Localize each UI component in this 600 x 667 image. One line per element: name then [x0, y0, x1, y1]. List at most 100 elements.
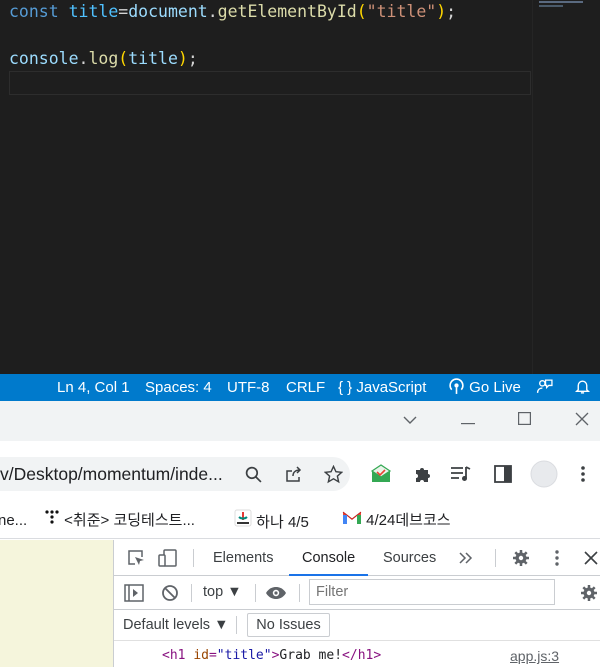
bookmark-item[interactable]: <취준> 코딩테스트...	[44, 509, 195, 533]
more-tabs-icon[interactable]	[454, 546, 478, 570]
dots-logo-icon	[44, 510, 60, 529]
code-editor[interactable]: const title=document.getElementById("tit…	[0, 0, 600, 374]
html-close-tag: </h1>	[342, 648, 382, 663]
browser-title-bar	[0, 401, 600, 441]
divider	[495, 549, 496, 567]
paren-close: )	[177, 49, 188, 68]
braces-icon: { }	[338, 379, 353, 396]
bookmark-label: <취준> 코딩테스트...	[64, 512, 195, 529]
chevron-down-icon	[403, 412, 417, 430]
html-eq: =	[208, 648, 217, 663]
caret-down-icon: ▼	[227, 584, 242, 600]
code-line-1[interactable]: const title=document.getElementById("tit…	[9, 0, 456, 25]
media-queue-icon[interactable]	[448, 461, 474, 487]
hana-logo-icon	[234, 509, 252, 531]
function-getelementbyid: getElementById	[217, 2, 357, 21]
clear-console-icon[interactable]	[158, 581, 182, 605]
tab-elements[interactable]: Elements	[213, 540, 273, 576]
current-line-highlight	[9, 71, 531, 95]
notifications-button[interactable]	[574, 374, 591, 401]
dot: .	[78, 49, 89, 68]
bell-icon	[574, 379, 591, 396]
bookmark-item[interactable]: 4/24데브코스	[342, 509, 451, 533]
bookmark-label: 4/24데브코스	[366, 512, 451, 529]
page-viewport[interactable]	[0, 540, 113, 667]
settings-gear-icon[interactable]	[509, 546, 533, 570]
tab-sources[interactable]: Sources	[383, 540, 436, 576]
indentation-setting[interactable]: Spaces: 4	[145, 374, 212, 401]
browser-toolbar: v/Desktop/momentum/inde...	[0, 441, 600, 503]
go-live-label: Go Live	[469, 379, 521, 396]
function-log: log	[88, 49, 119, 68]
object-console: console	[9, 49, 79, 68]
address-bar[interactable]: v/Desktop/momentum/inde...	[0, 457, 350, 491]
feedback-button[interactable]	[536, 374, 553, 401]
html-open-tag: <h1	[162, 648, 186, 663]
more-vertical-icon[interactable]	[570, 461, 596, 487]
string-title: "title"	[366, 2, 437, 21]
logged-element[interactable]: <h1 id="title">Grab me!</h1>	[162, 648, 381, 663]
minimap-line	[539, 1, 583, 3]
encoding-setting[interactable]: UTF-8	[227, 374, 270, 401]
minimap-line	[539, 5, 563, 7]
cursor-position[interactable]: Ln 4, Col 1	[57, 374, 130, 401]
console-message[interactable]: <h1 id="title">Grab me!</h1> app.js:3	[114, 641, 600, 667]
broadcast-icon	[448, 378, 465, 396]
paren-open: (	[356, 2, 367, 21]
bookmark-star-icon[interactable]	[320, 461, 346, 487]
profile-avatar[interactable]	[529, 459, 559, 489]
close-icon	[575, 412, 589, 431]
url-path: /Desktop/momentum/inde...	[8, 464, 223, 484]
divider	[236, 616, 237, 634]
search-icon[interactable]	[240, 461, 266, 487]
html-attr-name: id	[193, 648, 209, 663]
console-levels-bar: Default levels ▼ No Issues	[114, 610, 600, 641]
line-ending-setting[interactable]: CRLF	[286, 374, 325, 401]
inspect-element-icon[interactable]	[124, 546, 148, 570]
tab-search-button[interactable]	[390, 401, 430, 441]
devtools-panel: Elements Console Sources top ▼ Default l…	[113, 540, 600, 667]
minimap[interactable]	[532, 0, 600, 374]
live-expression-eye-icon[interactable]	[264, 581, 288, 605]
code-area[interactable]: const title=document.getElementById("tit…	[9, 0, 456, 76]
minimize-button[interactable]	[448, 401, 488, 441]
var-title: title	[128, 49, 178, 68]
log-levels-dropdown[interactable]: Default levels ▼	[123, 617, 228, 633]
console-settings-gear-icon[interactable]	[577, 581, 600, 605]
source-link[interactable]: app.js:3	[510, 648, 559, 664]
maximize-icon	[517, 412, 531, 430]
bookmarks-bar: ne... <취준> 코딩테스트... 하나 4/5 4/24데브코스	[0, 503, 600, 539]
go-live-button[interactable]: Go Live	[448, 374, 521, 401]
filter-input[interactable]	[309, 579, 555, 605]
share-icon[interactable]	[280, 461, 306, 487]
divider	[255, 584, 256, 602]
context-selector[interactable]: top ▼	[203, 584, 242, 600]
dot: .	[207, 2, 218, 21]
side-panel-icon[interactable]	[490, 461, 516, 487]
close-window-button[interactable]	[562, 401, 600, 441]
minimize-icon	[461, 412, 475, 430]
extension-mail-icon[interactable]	[368, 461, 394, 487]
close-devtools-icon[interactable]	[579, 546, 600, 570]
gmail-icon	[342, 511, 362, 529]
semicolon: ;	[446, 2, 457, 21]
tab-console[interactable]: Console	[288, 540, 369, 576]
operator-assign: =	[118, 2, 129, 21]
code-line-3[interactable]: console.log(title);	[9, 47, 198, 72]
bookmark-item[interactable]: ne...	[0, 509, 27, 533]
extensions-puzzle-icon[interactable]	[410, 461, 436, 487]
issues-button[interactable]: No Issues	[247, 613, 330, 637]
language-label: JavaScript	[356, 379, 427, 396]
devtools-tab-bar: Elements Console Sources	[114, 540, 600, 576]
bookmark-item[interactable]: 하나 4/5	[234, 509, 309, 533]
url-text[interactable]: v/Desktop/momentum/inde...	[0, 457, 223, 491]
caret-down-icon: ▼	[214, 617, 229, 633]
device-toolbar-icon[interactable]	[156, 546, 180, 570]
maximize-button[interactable]	[504, 401, 544, 441]
bookmark-label: 하나 4/5	[256, 514, 309, 531]
sidebar-toggle-icon[interactable]	[122, 581, 146, 605]
more-vertical-icon[interactable]	[545, 546, 569, 570]
url-prefix: v	[0, 464, 9, 484]
language-mode[interactable]: { } JavaScript	[338, 374, 426, 401]
object-document: document	[128, 2, 208, 21]
